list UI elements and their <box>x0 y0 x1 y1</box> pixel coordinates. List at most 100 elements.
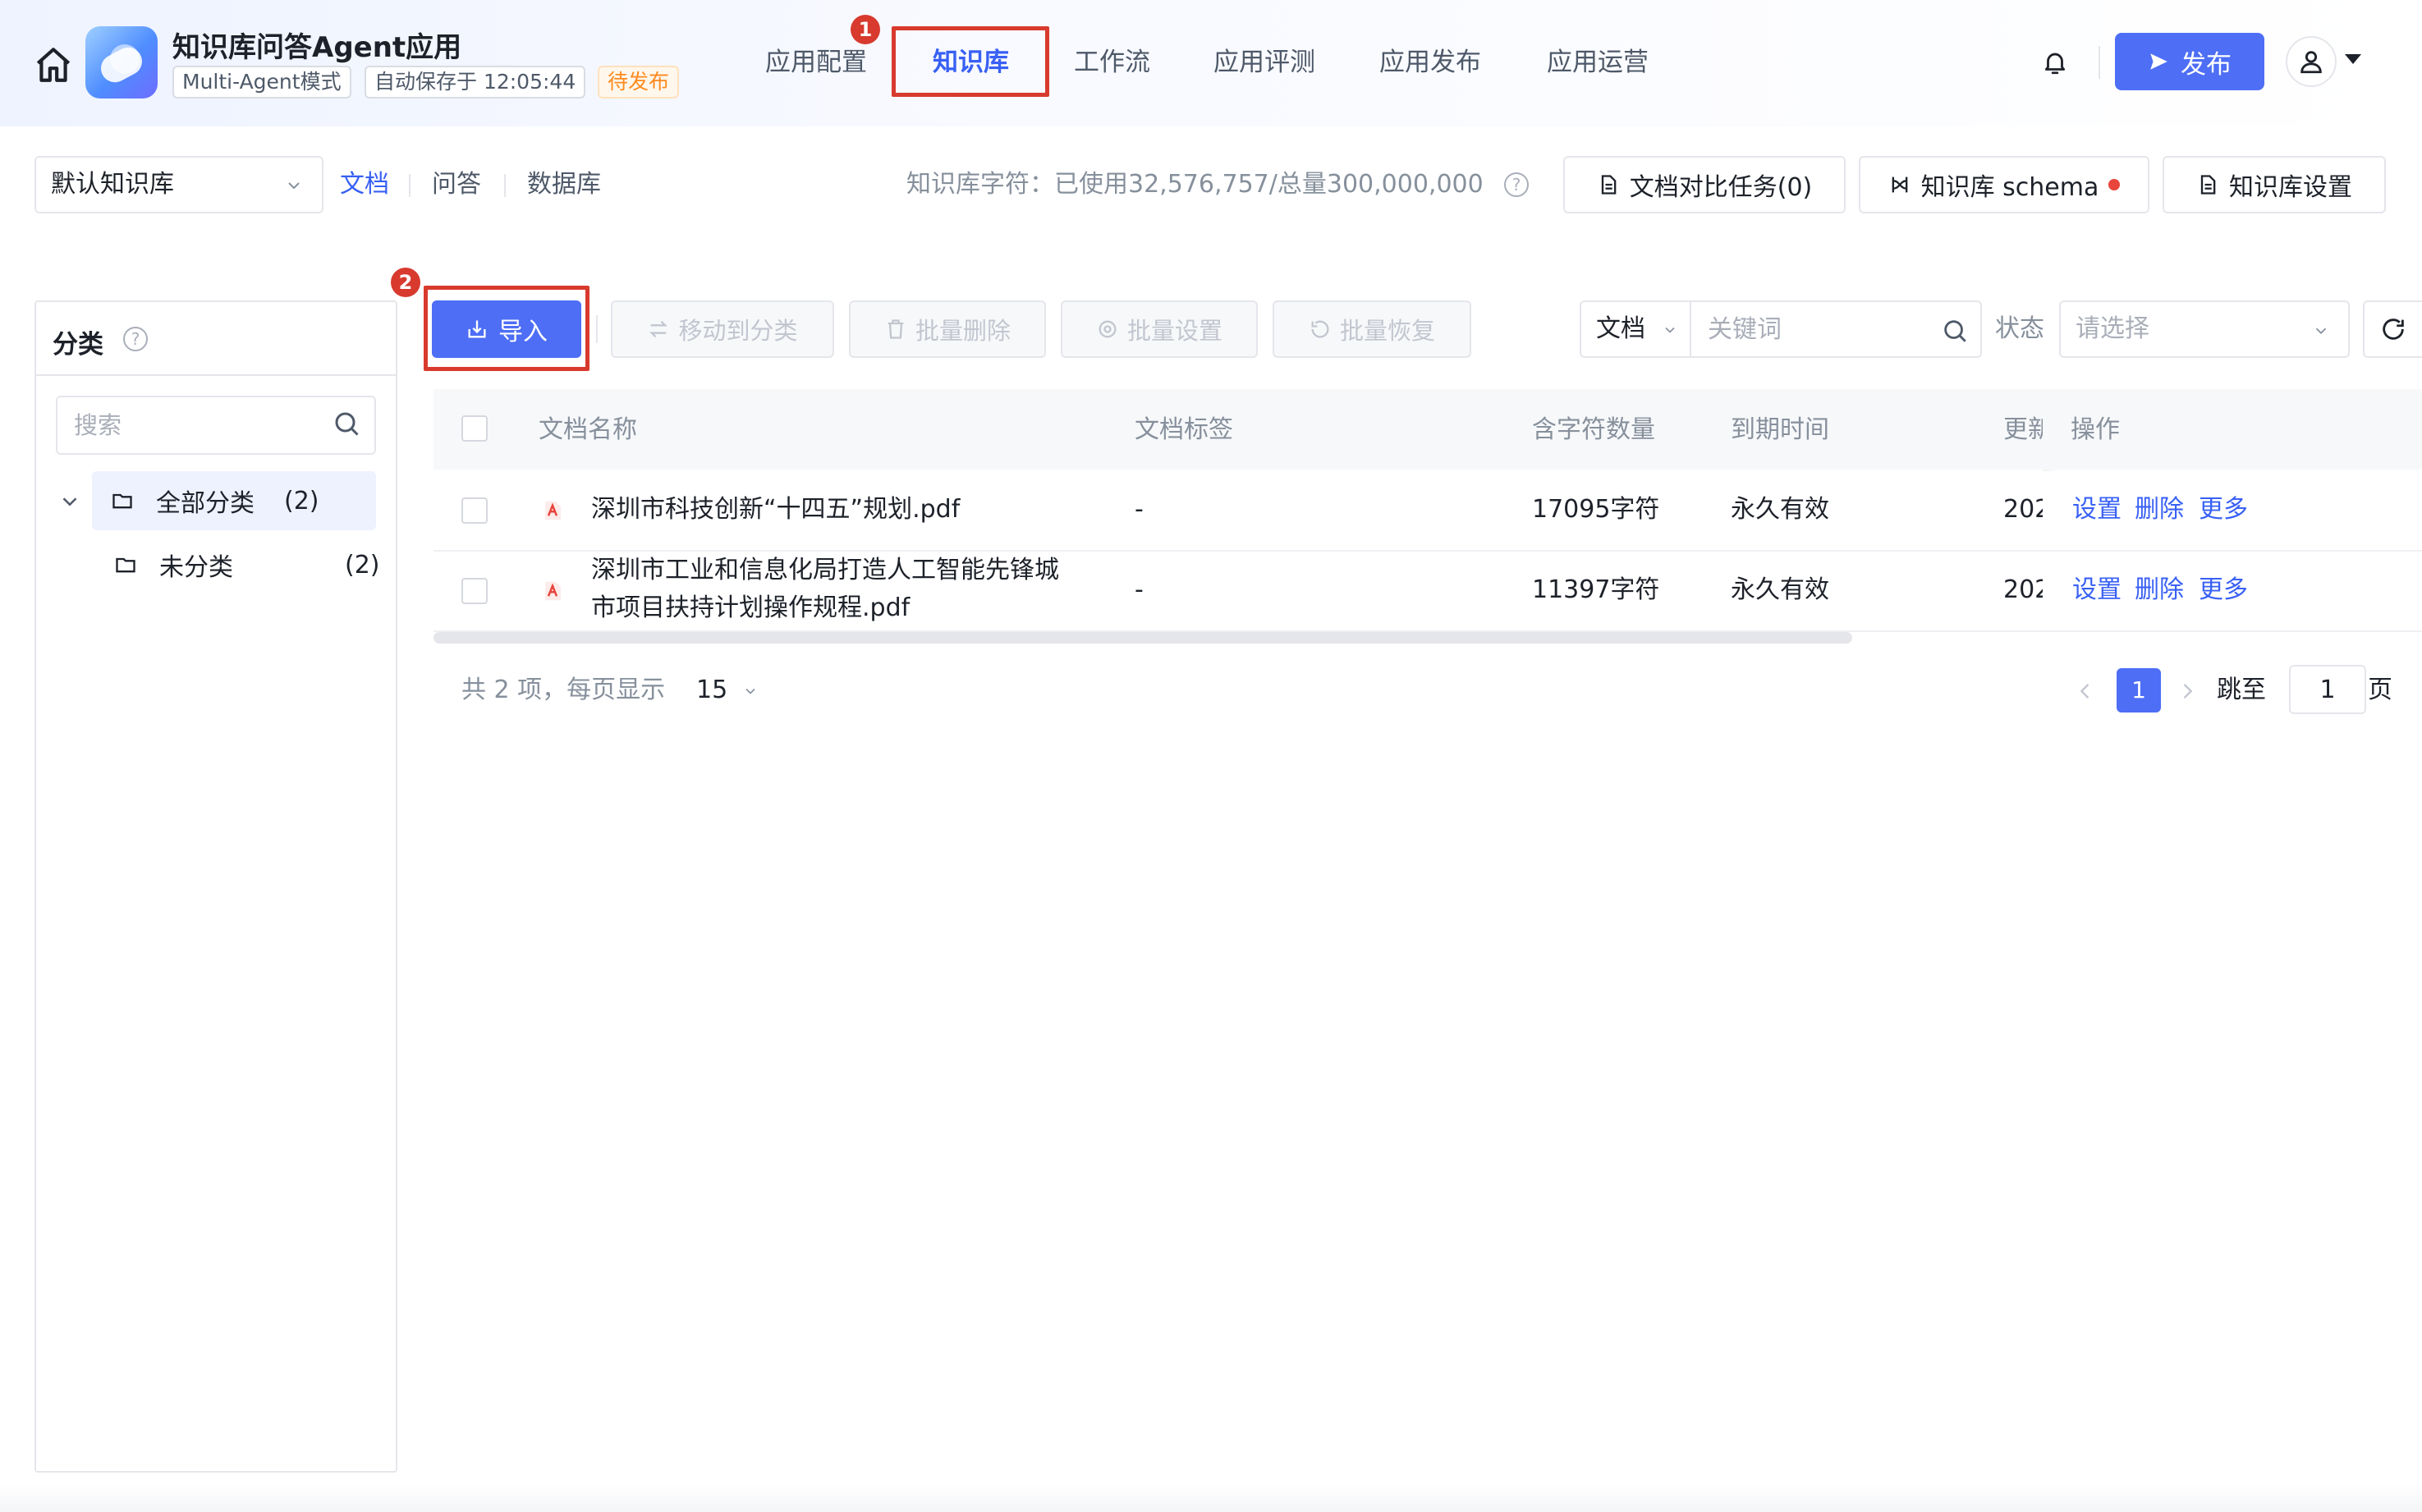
next-page-icon[interactable] <box>2176 680 2199 703</box>
publish-button[interactable]: 发布 <box>2115 33 2264 90</box>
app-title: 知识库问答Agent应用 <box>172 31 462 64</box>
app-logo <box>85 26 158 99</box>
doc-name-link-line2[interactable]: 市项目扶持计划操作规程.pdf <box>591 589 910 627</box>
batch-settings-button[interactable]: 批量设置 <box>1061 300 1258 358</box>
tab-app-operation[interactable]: 应用运营 <box>1547 33 1649 92</box>
document-icon <box>1601 175 1617 195</box>
page-size-select[interactable]: 15 <box>696 671 759 709</box>
row-settings-link[interactable]: 设置 <box>2072 491 2122 529</box>
trash-icon <box>888 319 904 339</box>
batch-settings-label: 批量设置 <box>1126 317 1222 345</box>
tab-app-publish[interactable]: 应用发布 <box>1379 33 1481 92</box>
highlight-box-knowledge-tab <box>892 26 1049 97</box>
page-number-current[interactable]: 1 <box>2117 668 2161 712</box>
tree-item-label: 全部分类 <box>156 489 255 518</box>
row-settings-link[interactable]: 设置 <box>2072 571 2122 609</box>
status-select[interactable]: 请选择 <box>2059 300 2350 358</box>
tree-item-count: (2) <box>345 550 380 580</box>
row-delete-link[interactable]: 删除 <box>2135 571 2184 609</box>
kb-schema-button[interactable]: 知识库 schema <box>1859 156 2149 213</box>
status-select-placeholder: 请选择 <box>2076 314 2149 343</box>
filter-group: 文档 <box>1580 300 1982 358</box>
tree-item-all-categories[interactable]: 全部分类 (2) <box>92 471 376 530</box>
document-icon <box>2200 175 2216 195</box>
row-checkbox[interactable] <box>461 497 488 524</box>
category-help-icon[interactable]: ? <box>123 327 148 351</box>
doc-expiry: 永久有效 <box>1731 575 1829 604</box>
keyword-input[interactable] <box>1693 302 1939 356</box>
column-header-chars[interactable]: 含字符数量 <box>1532 414 1655 447</box>
bell-icon[interactable] <box>2041 48 2069 77</box>
user-icon <box>2300 51 2322 74</box>
quota-help-icon[interactable]: ? <box>1504 172 1529 197</box>
user-menu-caret-icon[interactable] <box>2345 54 2361 64</box>
doc-char-count: 11397字符 <box>1532 575 1660 604</box>
kb-schema-label: 知识库 schema <box>1920 173 2099 202</box>
tab-app-config[interactable]: 应用配置 <box>765 33 867 92</box>
home-icon[interactable] <box>33 44 74 85</box>
compare-task-button[interactable]: 文档对比任务(0) <box>1563 156 1846 213</box>
kb-settings-button[interactable]: 知识库设置 <box>2163 156 2386 213</box>
chevron-down-icon <box>2315 328 2327 335</box>
chevron-down-icon[interactable] <box>57 489 82 514</box>
row-more-link[interactable]: 更多 <box>2199 571 2248 609</box>
bottom-edge <box>0 1484 2422 1512</box>
search-icon[interactable] <box>332 409 361 438</box>
jump-to-page-input[interactable] <box>2289 665 2366 714</box>
schema-notice-dot <box>2108 179 2121 190</box>
column-header-actions: 操作 <box>2071 415 2120 444</box>
doc-name-link[interactable]: 深圳市工业和信息化局打造人工智能先锋城 <box>591 552 1059 589</box>
tab-app-evaluation[interactable]: 应用评测 <box>1213 33 1315 92</box>
column-header-tag[interactable]: 文档标签 <box>1135 414 1233 447</box>
doc-tag: - <box>1135 575 1144 604</box>
step-badge-1: 1 <box>851 15 880 44</box>
batch-restore-button[interactable]: 批量恢复 <box>1273 300 1471 358</box>
subtab-divider <box>409 174 411 197</box>
batch-delete-button[interactable]: 批量删除 <box>849 300 1046 358</box>
search-icon[interactable] <box>1941 317 1969 345</box>
autosave-tag: 自动保存于 12:05:44 <box>365 66 586 99</box>
doc-name-link[interactable]: 深圳市科技创新“十四五”规划.pdf <box>591 491 960 529</box>
column-header-name[interactable]: 文档名称 <box>539 414 637 447</box>
tree-item-uncategorized[interactable]: 未分类 (2) <box>113 535 380 594</box>
tree-item-label: 未分类 <box>159 553 233 582</box>
kb-quota-text: 知识库字符：已使用32,576,757/总量300,000,000 <box>906 170 1484 199</box>
actions-column: 操作 设置 删除 更多 设置 删除 更多 <box>2043 389 2422 632</box>
subtab-divider <box>504 174 506 197</box>
subtab-database[interactable]: 数据库 <box>527 164 601 205</box>
category-panel-divider <box>36 374 396 376</box>
actions-cell: 设置 删除 更多 <box>2043 471 2422 552</box>
publish-label: 发布 <box>2181 49 2232 80</box>
refresh-button[interactable] <box>2363 300 2422 358</box>
gear-icon <box>1099 320 1117 338</box>
chevron-down-icon <box>1665 327 1675 333</box>
row-delete-link[interactable]: 删除 <box>2135 491 2184 529</box>
subtab-qa[interactable]: 问答 <box>432 164 481 205</box>
compare-task-label: 文档对比任务(0) <box>1629 173 1813 202</box>
swap-icon <box>649 320 668 338</box>
knowledge-base-select[interactable]: 默认知识库 <box>34 156 323 213</box>
column-header-expiry[interactable]: 到期时间 <box>1731 414 1829 447</box>
move-to-category-button[interactable]: 移动到分类 <box>611 300 834 358</box>
schema-icon <box>1892 176 1907 193</box>
pagination-total: 共 2 项，每页显示 <box>461 676 666 704</box>
page-size-value: 15 <box>696 676 728 704</box>
filter-type-select[interactable]: 文档 <box>1581 302 1691 356</box>
category-search-input[interactable] <box>56 396 376 455</box>
chevron-down-icon <box>288 182 300 190</box>
tab-workflow[interactable]: 工作流 <box>1074 33 1150 92</box>
select-all-checkbox[interactable] <box>461 415 488 442</box>
status-tag: 待发布 <box>598 66 680 99</box>
prev-page-icon[interactable] <box>2074 680 2097 703</box>
filter-type-value: 文档 <box>1596 314 1645 343</box>
subtab-documents[interactable]: 文档 <box>340 164 389 205</box>
user-avatar[interactable] <box>2286 36 2337 87</box>
actions-header-cell: 操作 <box>2043 389 2422 470</box>
row-more-link[interactable]: 更多 <box>2199 491 2248 529</box>
restore-icon <box>1311 320 1329 338</box>
row-checkbox[interactable] <box>461 578 488 604</box>
send-icon <box>2150 53 2167 70</box>
horizontal-scrollbar[interactable] <box>433 632 1852 644</box>
jump-to-label: 跳至 <box>2217 676 2266 704</box>
refresh-icon <box>2383 318 2404 340</box>
